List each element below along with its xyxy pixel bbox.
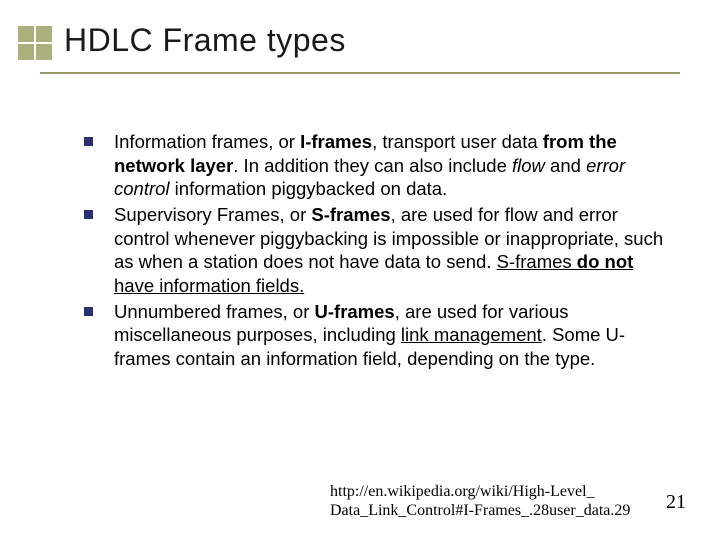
bullet-marker-icon bbox=[84, 137, 93, 146]
text: have information fields. bbox=[114, 275, 304, 296]
text: and bbox=[545, 155, 586, 176]
text-bold: I-frames bbox=[300, 131, 372, 152]
slide-body: Information frames, or I-frames, transpo… bbox=[84, 130, 672, 373]
footer-line2: Data_Link_Control#I-Frames_.28user_data.… bbox=[330, 502, 630, 520]
text-bold: do not bbox=[577, 251, 634, 272]
text-underline: link management bbox=[401, 324, 542, 345]
bullet-marker-icon bbox=[84, 210, 93, 219]
text-bold: S-frames bbox=[311, 204, 390, 225]
bullet-marker-icon bbox=[84, 307, 93, 316]
footer-url: http://en.wikipedia.org/wiki/High-Level_… bbox=[330, 483, 630, 520]
bullet-item: Information frames, or I-frames, transpo… bbox=[84, 130, 672, 201]
bullet-item: Supervisory Frames, or S-frames, are use… bbox=[84, 203, 672, 298]
text: . In addition they can also include bbox=[233, 155, 512, 176]
title-accent-icon bbox=[18, 26, 56, 66]
text: S-frames bbox=[497, 251, 577, 272]
slide: HDLC Frame types Information frames, or … bbox=[0, 0, 720, 540]
slide-title: HDLC Frame types bbox=[64, 22, 346, 59]
bullet-item: Unnumbered frames, or U-frames, are used… bbox=[84, 300, 672, 371]
text: , transport user data bbox=[372, 131, 543, 152]
text: Information frames, or bbox=[114, 131, 300, 152]
text: Supervisory Frames, or bbox=[114, 204, 311, 225]
text-bold: U-frames bbox=[315, 301, 395, 322]
page-number: 21 bbox=[666, 491, 686, 514]
footer-line1: http://en.wikipedia.org/wiki/High-Level_ bbox=[330, 483, 630, 501]
text: information piggybacked on data. bbox=[170, 178, 448, 199]
text-italic: flow bbox=[512, 155, 545, 176]
text: Unnumbered frames, or bbox=[114, 301, 315, 322]
title-underline bbox=[40, 72, 680, 74]
